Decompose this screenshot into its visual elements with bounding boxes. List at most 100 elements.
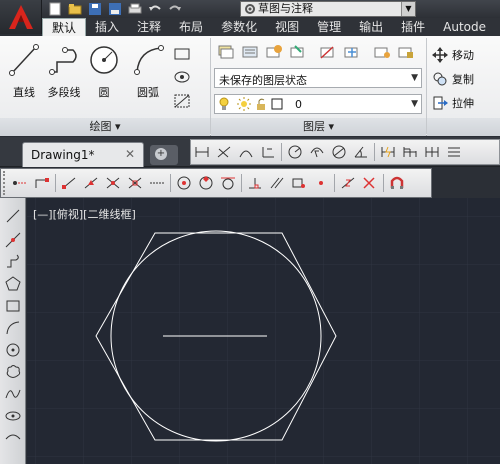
snap-parallel-icon[interactable] bbox=[266, 172, 288, 194]
quick-dimension-icon[interactable] bbox=[377, 141, 399, 163]
new-tab-button[interactable]: + bbox=[150, 145, 178, 165]
redo-icon[interactable] bbox=[166, 1, 184, 17]
layer-state-dropdown[interactable]: 未保存的图层状态 ▼ bbox=[214, 68, 422, 88]
draw-panel-title[interactable]: 绘图 ▾ bbox=[0, 118, 210, 136]
snap-endpoint-icon[interactable] bbox=[58, 172, 80, 194]
ellipse-arc-icon[interactable] bbox=[3, 428, 23, 448]
polyline-icon[interactable] bbox=[3, 252, 23, 272]
snap-extension-icon[interactable] bbox=[146, 172, 168, 194]
jogged-dimension-icon[interactable] bbox=[306, 141, 328, 163]
tab-autodesk[interactable]: Autode bbox=[434, 18, 495, 36]
tab-view[interactable]: 视图 bbox=[266, 18, 308, 36]
current-layer-dropdown[interactable]: 0 ▼ bbox=[214, 94, 422, 114]
snap-perpendicular-icon[interactable] bbox=[244, 172, 266, 194]
sun-icon bbox=[237, 97, 251, 111]
stretch-tool[interactable]: 拉伸 bbox=[432, 92, 474, 114]
new-file-icon[interactable] bbox=[46, 1, 64, 17]
file-tab[interactable]: Drawing1* ✕ bbox=[22, 142, 144, 167]
circle-tool[interactable]: 圆 bbox=[82, 42, 126, 100]
layer-states-icon[interactable] bbox=[240, 42, 260, 62]
application-menu-button[interactable] bbox=[0, 0, 42, 34]
rectangle-icon[interactable] bbox=[3, 296, 23, 316]
layer-off-icon[interactable] bbox=[318, 42, 338, 62]
tab-insert[interactable]: 插入 bbox=[86, 18, 128, 36]
close-icon[interactable]: ✕ bbox=[125, 147, 135, 161]
layer-properties-icon[interactable] bbox=[216, 42, 236, 62]
aligned-dimension-icon[interactable] bbox=[213, 141, 235, 163]
tab-output[interactable]: 输出 bbox=[350, 18, 392, 36]
line-icon[interactable] bbox=[3, 206, 23, 226]
model-space[interactable] bbox=[27, 198, 500, 464]
move-icon bbox=[432, 47, 448, 63]
line-icon bbox=[9, 44, 39, 76]
rectangle-icon[interactable] bbox=[172, 44, 192, 64]
workspace-selector[interactable]: 草图与注释 ▼ bbox=[240, 1, 416, 17]
draw-toolbar-vertical bbox=[0, 198, 26, 464]
circle-icon[interactable] bbox=[3, 340, 23, 360]
print-icon[interactable] bbox=[126, 1, 144, 17]
move-tool[interactable]: 移动 bbox=[432, 44, 474, 66]
snap-nearest-icon[interactable] bbox=[337, 172, 359, 194]
polygon-icon[interactable] bbox=[3, 274, 23, 294]
temporary-track-icon[interactable] bbox=[9, 172, 31, 194]
boundary-icon[interactable] bbox=[172, 91, 192, 111]
arc-length-icon[interactable] bbox=[235, 141, 257, 163]
snap-tangent-icon[interactable] bbox=[217, 172, 239, 194]
linear-dimension-icon[interactable] bbox=[191, 141, 213, 163]
layer-walk-icon[interactable] bbox=[372, 42, 392, 62]
tab-plugins[interactable]: 插件 bbox=[392, 18, 434, 36]
open-folder-icon[interactable] bbox=[66, 1, 84, 17]
construction-line-icon[interactable] bbox=[3, 230, 23, 250]
tab-default[interactable]: 默认 bbox=[42, 18, 87, 36]
snap-midpoint-icon[interactable] bbox=[80, 172, 102, 194]
dimension-space-icon[interactable] bbox=[443, 141, 465, 163]
layer-match-icon[interactable] bbox=[288, 42, 308, 62]
tab-manage[interactable]: 管理 bbox=[308, 18, 350, 36]
snap-insert-icon[interactable] bbox=[288, 172, 310, 194]
layer-freeze-icon[interactable] bbox=[342, 42, 362, 62]
osnap-settings-icon[interactable] bbox=[386, 172, 408, 194]
layer-panel-title[interactable]: 图层 ▾ bbox=[211, 118, 426, 136]
polyline-tool[interactable]: 多段线 bbox=[42, 42, 86, 100]
chevron-down-icon: ▼ bbox=[401, 2, 415, 16]
radius-dimension-icon[interactable] bbox=[284, 141, 306, 163]
copy-tool[interactable]: 复制 bbox=[432, 68, 474, 90]
arc-icon bbox=[134, 45, 164, 75]
undo-icon[interactable] bbox=[146, 1, 164, 17]
tab-layout[interactable]: 布局 bbox=[170, 18, 212, 36]
arc-tool[interactable]: 圆弧 bbox=[126, 42, 170, 100]
arc-icon[interactable] bbox=[3, 318, 23, 338]
spline-icon[interactable] bbox=[3, 384, 23, 404]
workspace-label: 草图与注释 bbox=[258, 2, 313, 15]
snap-apparent-intersection-icon[interactable] bbox=[124, 172, 146, 194]
layer-isolate-icon[interactable] bbox=[264, 42, 284, 62]
drawing-area[interactable]: [—][俯视][二维线框] bbox=[27, 198, 500, 464]
layer-lock-icon[interactable] bbox=[396, 42, 416, 62]
title-bar: 草图与注释 ▼ bbox=[0, 0, 500, 34]
snap-intersection-icon[interactable] bbox=[102, 172, 124, 194]
snap-from-icon[interactable] bbox=[31, 172, 53, 194]
viewport-label[interactable]: [—][俯视][二维线框] bbox=[33, 206, 136, 222]
toolbar-separator bbox=[383, 174, 384, 192]
angular-dimension-icon[interactable] bbox=[350, 141, 372, 163]
snap-node-icon[interactable] bbox=[310, 172, 332, 194]
tab-annotate[interactable]: 注释 bbox=[128, 18, 170, 36]
ordinate-dimension-icon[interactable] bbox=[257, 141, 279, 163]
save-icon[interactable] bbox=[86, 1, 104, 17]
baseline-dimension-icon[interactable] bbox=[399, 141, 421, 163]
chevron-down-icon: ▼ bbox=[411, 99, 418, 109]
snap-center-icon[interactable] bbox=[173, 172, 195, 194]
ellipse-icon[interactable] bbox=[3, 406, 23, 426]
continue-dimension-icon[interactable] bbox=[421, 141, 443, 163]
hatch-icon[interactable] bbox=[172, 67, 192, 87]
autocad-logo-icon bbox=[9, 5, 33, 29]
toolbar-separator bbox=[281, 143, 282, 161]
tab-parametric[interactable]: 参数化 bbox=[212, 18, 266, 36]
snap-quadrant-icon[interactable] bbox=[195, 172, 217, 194]
diameter-dimension-icon[interactable] bbox=[328, 141, 350, 163]
save-as-icon[interactable] bbox=[106, 1, 124, 17]
line-tool[interactable]: 直线 bbox=[2, 42, 46, 100]
copy-label: 复制 bbox=[452, 73, 474, 86]
revision-cloud-icon[interactable] bbox=[3, 362, 23, 382]
snap-none-icon[interactable] bbox=[359, 172, 381, 194]
